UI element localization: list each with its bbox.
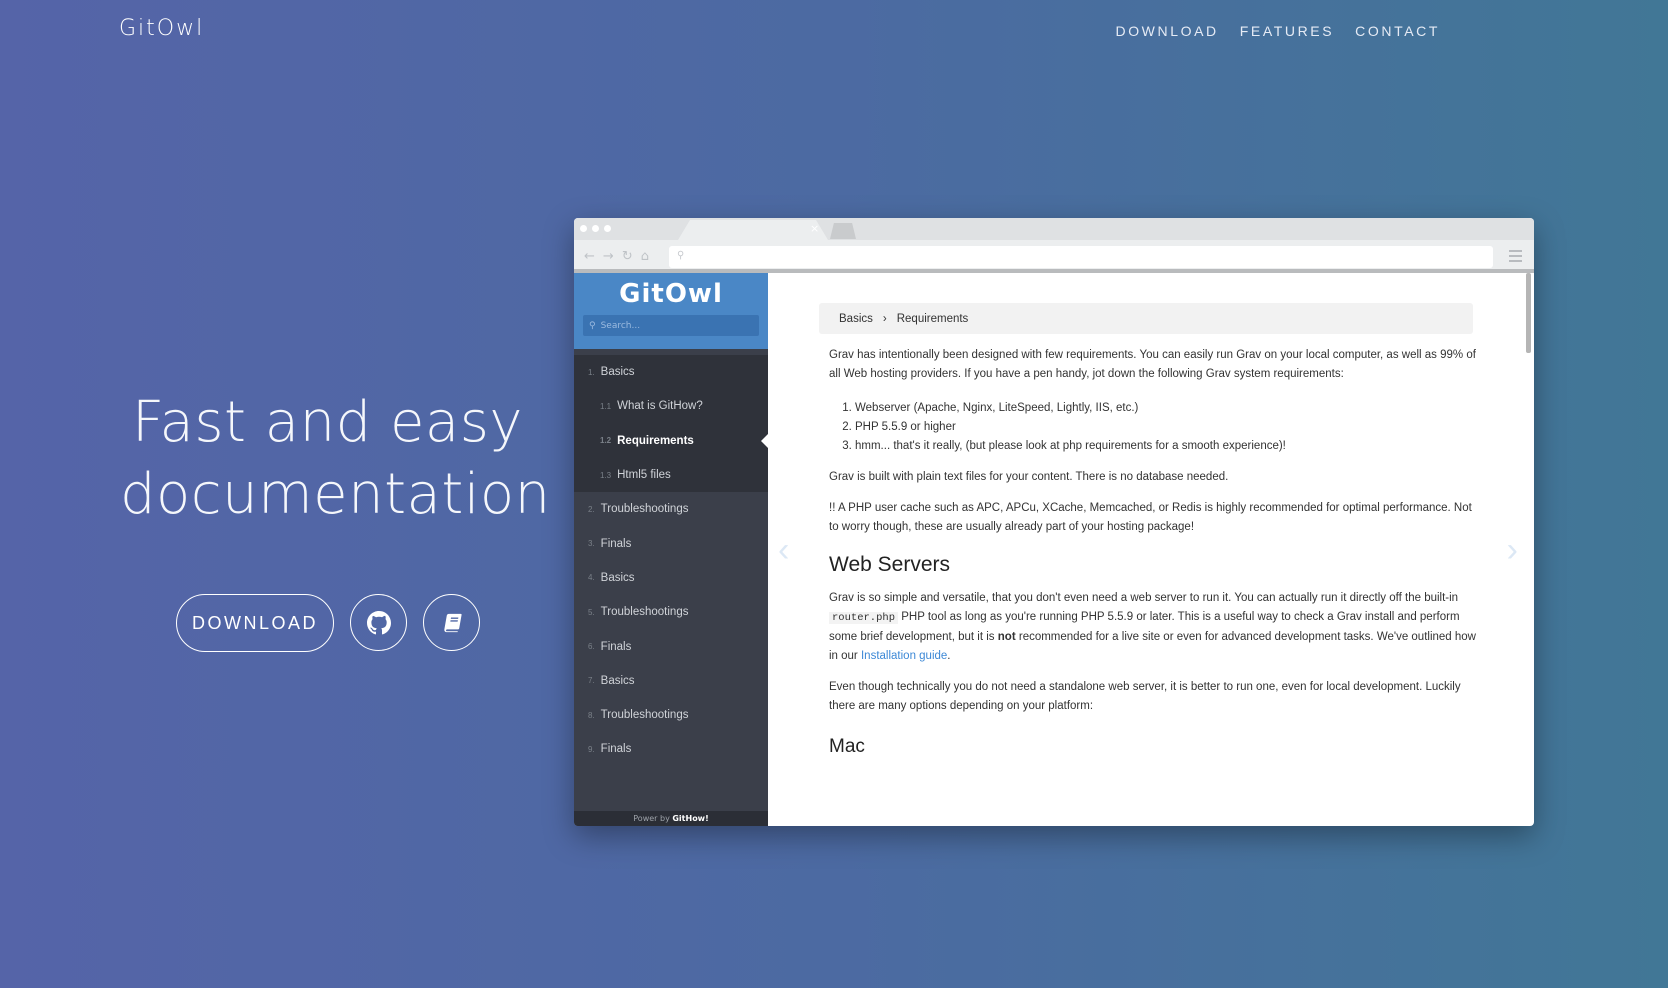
sidebar-search-input[interactable]: ⚲ Search... <box>583 315 759 336</box>
sidebar-item-basics[interactable]: 1. Basics <box>574 355 768 390</box>
new-tab-button[interactable] <box>830 223 856 239</box>
top-nav: DOWNLOAD FEATURES CONTACT <box>1115 23 1440 39</box>
sidebar-item-finals[interactable]: 9. Finals <box>574 732 768 766</box>
browser-tabbar: × <box>574 218 1534 240</box>
chevron-left-icon[interactable]: ‹ <box>778 531 789 570</box>
search-placeholder: Search... <box>600 320 641 331</box>
doc-page: GitOwl ⚲ Search... 1. Basics 1.1 What is G… <box>574 273 1534 826</box>
hero-title-line2: documentation <box>120 462 551 527</box>
window-controls <box>580 225 611 232</box>
breadcrumb-requirements[interactable]: Requirements <box>897 313 969 325</box>
search-icon: ⚲ <box>589 320 596 331</box>
heading-mac: Mac <box>829 736 865 757</box>
sidebar-header: GitOwl ⚲ Search... <box>574 273 768 349</box>
doc-sidebar: GitOwl ⚲ Search... 1. Basics 1.1 What is G… <box>574 273 768 826</box>
search-icon: ⚲ <box>677 250 685 261</box>
browser-tab[interactable] <box>678 220 828 240</box>
sidebar-item-requirements[interactable]: 1.2 Requirements <box>574 423 768 458</box>
browser-mockup: × ← → ↻ ⌂ ⚲ GitOwl ⚲ Search... 1.Basics <box>574 218 1534 826</box>
sidebar-menu: 1. Basics 1.1 What is GitHow? 1.2 Requireme… <box>574 355 768 767</box>
sidebar-item-finals[interactable]: 3. Finals <box>574 526 768 560</box>
back-arrow-icon[interactable]: ← <box>584 249 595 264</box>
intro-paragraph: Grav has intentionally been designed wit… <box>829 349 1476 380</box>
reload-icon[interactable]: ↻ <box>622 249 633 264</box>
heading-web-servers: Web Servers <box>829 553 950 576</box>
brand-logo[interactable]: GitOwl <box>119 16 204 41</box>
paragraph: Grav is so simple and versatile, that yo… <box>829 592 1476 662</box>
docs-button[interactable] <box>423 594 480 651</box>
sidebar-footer: Power by GitHow! <box>574 811 768 826</box>
url-bar[interactable]: ⚲ <box>669 246 1493 268</box>
paragraph: Grav is built with plain text files for … <box>829 471 1229 483</box>
github-button[interactable] <box>350 594 407 651</box>
sidebar-item-basics[interactable]: 7. Basics <box>574 664 768 698</box>
installation-guide-link[interactable]: Installation guide <box>861 650 947 662</box>
breadcrumb-basics[interactable]: Basics <box>839 313 873 325</box>
list-item: PHP 5.5.9 or higher <box>855 418 1478 437</box>
paragraph: !! A PHP user cache such as APC, APCu, X… <box>829 502 1472 533</box>
book-icon <box>443 613 462 632</box>
sidebar-item-what-is-githow[interactable]: 1.1 What is GitHow? <box>574 389 768 424</box>
download-button[interactable]: DOWNLOAD <box>176 594 334 652</box>
browser-toolbar: ← → ↻ ⌂ ⚲ <box>574 240 1534 273</box>
hero-title-line1: Fast and easy <box>131 390 524 455</box>
hamburger-menu-icon[interactable] <box>1509 250 1522 265</box>
sidebar-item-basics[interactable]: 4. Basics <box>574 561 768 595</box>
sidebar-item-troubleshootings[interactable]: 2. Troubleshootings <box>574 492 768 526</box>
hero-buttons: DOWNLOAD <box>176 594 480 652</box>
hero-title: Fast and easy documentation <box>120 387 551 531</box>
sidebar-item-troubleshootings[interactable]: 8. Troubleshootings <box>574 698 768 732</box>
breadcrumb-separator-icon: › <box>882 312 887 325</box>
github-icon <box>366 610 391 634</box>
sidebar-item-finals[interactable]: 6. Finals <box>574 629 768 663</box>
doc-content: ‹ › Basics › Requirements Grav has inten… <box>768 273 1534 826</box>
list-item: hmm... that's it really, (but please loo… <box>855 437 1478 456</box>
home-icon[interactable]: ⌂ <box>641 249 649 264</box>
close-icon[interactable]: × <box>810 222 819 235</box>
nav-features[interactable]: FEATURES <box>1240 23 1334 39</box>
chevron-right-icon[interactable]: › <box>1507 531 1518 570</box>
list-item: Webserver (Apache, Nginx, LiteSpeed, Lig… <box>855 399 1478 418</box>
sidebar-item-troubleshootings[interactable]: 5. Troubleshootings <box>574 595 768 629</box>
forward-arrow-icon[interactable]: → <box>603 249 614 264</box>
scrollbar[interactable] <box>1526 273 1531 353</box>
paragraph: Even though technically you do not need … <box>829 681 1461 712</box>
browser-nav-buttons: ← → ↻ ⌂ <box>584 249 649 264</box>
requirements-list: Webserver (Apache, Nginx, LiteSpeed, Lig… <box>855 399 1478 456</box>
sidebar-item-html5-files[interactable]: 1.3 Html5 files <box>574 457 768 493</box>
inline-code: router.php <box>829 612 899 624</box>
nav-download[interactable]: DOWNLOAD <box>1115 23 1218 39</box>
nav-contact[interactable]: CONTACT <box>1355 23 1440 39</box>
sidebar-logo[interactable]: GitOwl <box>574 279 768 309</box>
breadcrumb: Basics › Requirements <box>819 303 1473 334</box>
